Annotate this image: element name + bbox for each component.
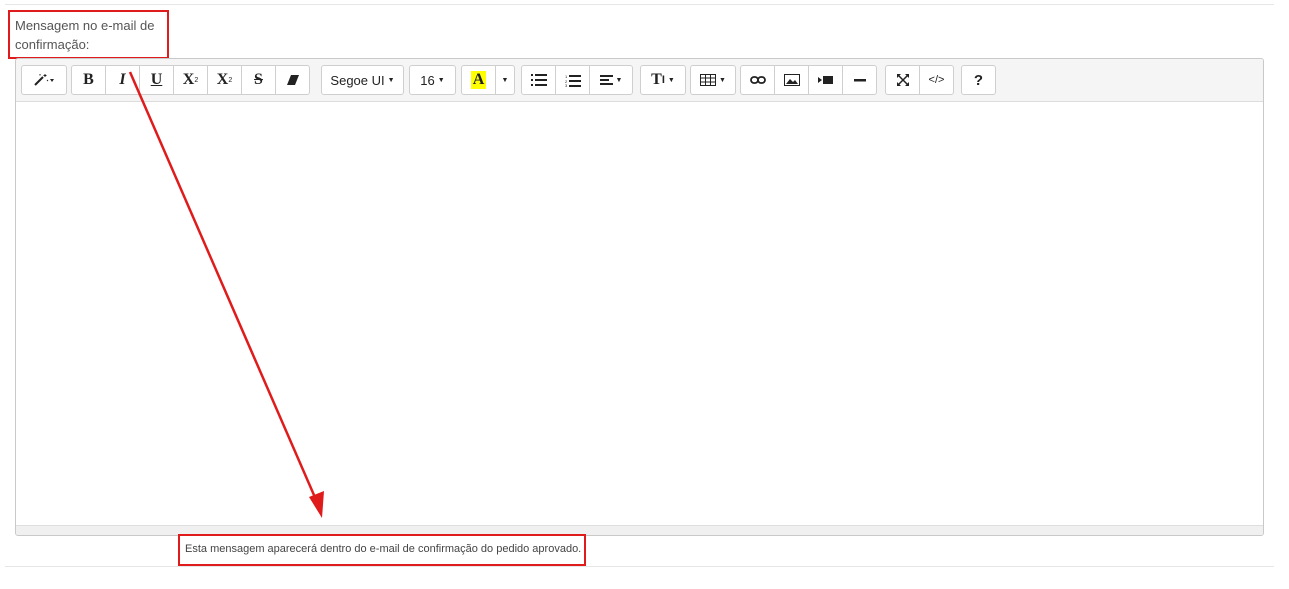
underline-button[interactable]: U [139,65,174,95]
ordered-list-button[interactable]: 1 2 3 [555,65,590,95]
color-dropdown-button[interactable]: ▼ [495,65,515,95]
font-size-dropdown[interactable]: 16 ▼ [409,65,456,95]
text-height-icon: T [651,71,662,88]
font-name-value: Segoe UI [330,72,385,88]
image-icon [783,74,800,86]
font-name-dropdown[interactable]: Segoe UI ▼ [321,65,404,95]
superscript-letter: X [182,71,195,88]
font-size-value: 16 [420,72,435,88]
editor-content-area[interactable] [16,102,1263,527]
bold-button[interactable]: B [71,65,106,95]
expand-icon [896,74,909,86]
minus-icon [853,78,866,81]
svg-text:3: 3 [565,83,568,87]
height-mark: I [661,74,665,86]
superscript-button[interactable]: X2 [173,65,208,95]
text-color-button[interactable]: A [461,65,496,95]
unordered-list-button[interactable] [521,65,556,95]
editor-resize-bar[interactable] [16,525,1263,535]
numbered-list-icon: 1 2 3 [565,74,581,87]
subscript-letter: X [216,71,229,88]
font-size-group: 16 ▼ [409,65,456,95]
table-icon [700,74,717,86]
magic-wand-icon [34,74,54,86]
help-text: Esta mensagem aparecerá dentro do e-mail… [185,543,582,555]
table-dropdown[interactable]: ▼ [690,65,736,95]
align-left-icon [599,75,613,85]
help-group: ? [961,65,996,95]
top-divider [5,4,1274,5]
chevron-down-icon: ▼ [387,76,395,84]
bullet-list-icon [530,74,547,86]
subscript-mark: 2 [228,76,233,84]
video-button[interactable] [808,65,843,95]
eraser-icon [286,75,299,85]
eraser-button[interactable] [275,65,310,95]
code-view-button[interactable]: </> [919,65,954,95]
image-button[interactable] [774,65,809,95]
chevron-down-icon: ▼ [615,76,623,84]
superscript-mark: 2 [194,76,199,84]
horizontal-rule-button[interactable] [842,65,877,95]
video-icon [817,76,833,84]
font-name-group: Segoe UI ▼ [321,65,404,95]
chevron-down-icon: ▼ [501,76,509,84]
link-button[interactable] [740,65,775,95]
link-icon [749,76,766,84]
line-height-dropdown[interactable]: T I ▼ [640,65,686,95]
editor-toolbar: B I U X2 X2 S Segoe UI ▼ 16 ▼ A ▼ 1 2 3 … [16,59,1263,102]
fullscreen-button[interactable] [885,65,920,95]
paragraph-group: 1 2 3 ▼ [521,65,633,95]
magic-wand-button[interactable] [21,65,67,95]
bottom-divider [5,566,1274,567]
subscript-button[interactable]: X2 [207,65,242,95]
table-group: ▼ [690,65,736,95]
align-dropdown[interactable]: ▼ [589,65,633,95]
view-group: </> [885,65,954,95]
chevron-down-icon: ▼ [719,76,726,84]
help-button[interactable]: ? [961,65,996,95]
insert-group [740,65,877,95]
font-style-group: B I U X2 X2 S [71,65,310,95]
text-color-icon: A [470,71,487,89]
chevron-down-icon: ▼ [667,76,675,84]
chevron-down-icon: ▼ [437,76,445,84]
style-group [21,65,67,95]
color-group: A ▼ [461,65,515,95]
italic-button[interactable]: I [105,65,140,95]
field-label: Mensagem no e-mail de confirmação: [15,18,155,52]
rich-text-editor: B I U X2 X2 S Segoe UI ▼ 16 ▼ A ▼ 1 2 3 … [15,58,1264,536]
line-height-group: T I ▼ [640,65,686,95]
strikethrough-button[interactable]: S [241,65,276,95]
